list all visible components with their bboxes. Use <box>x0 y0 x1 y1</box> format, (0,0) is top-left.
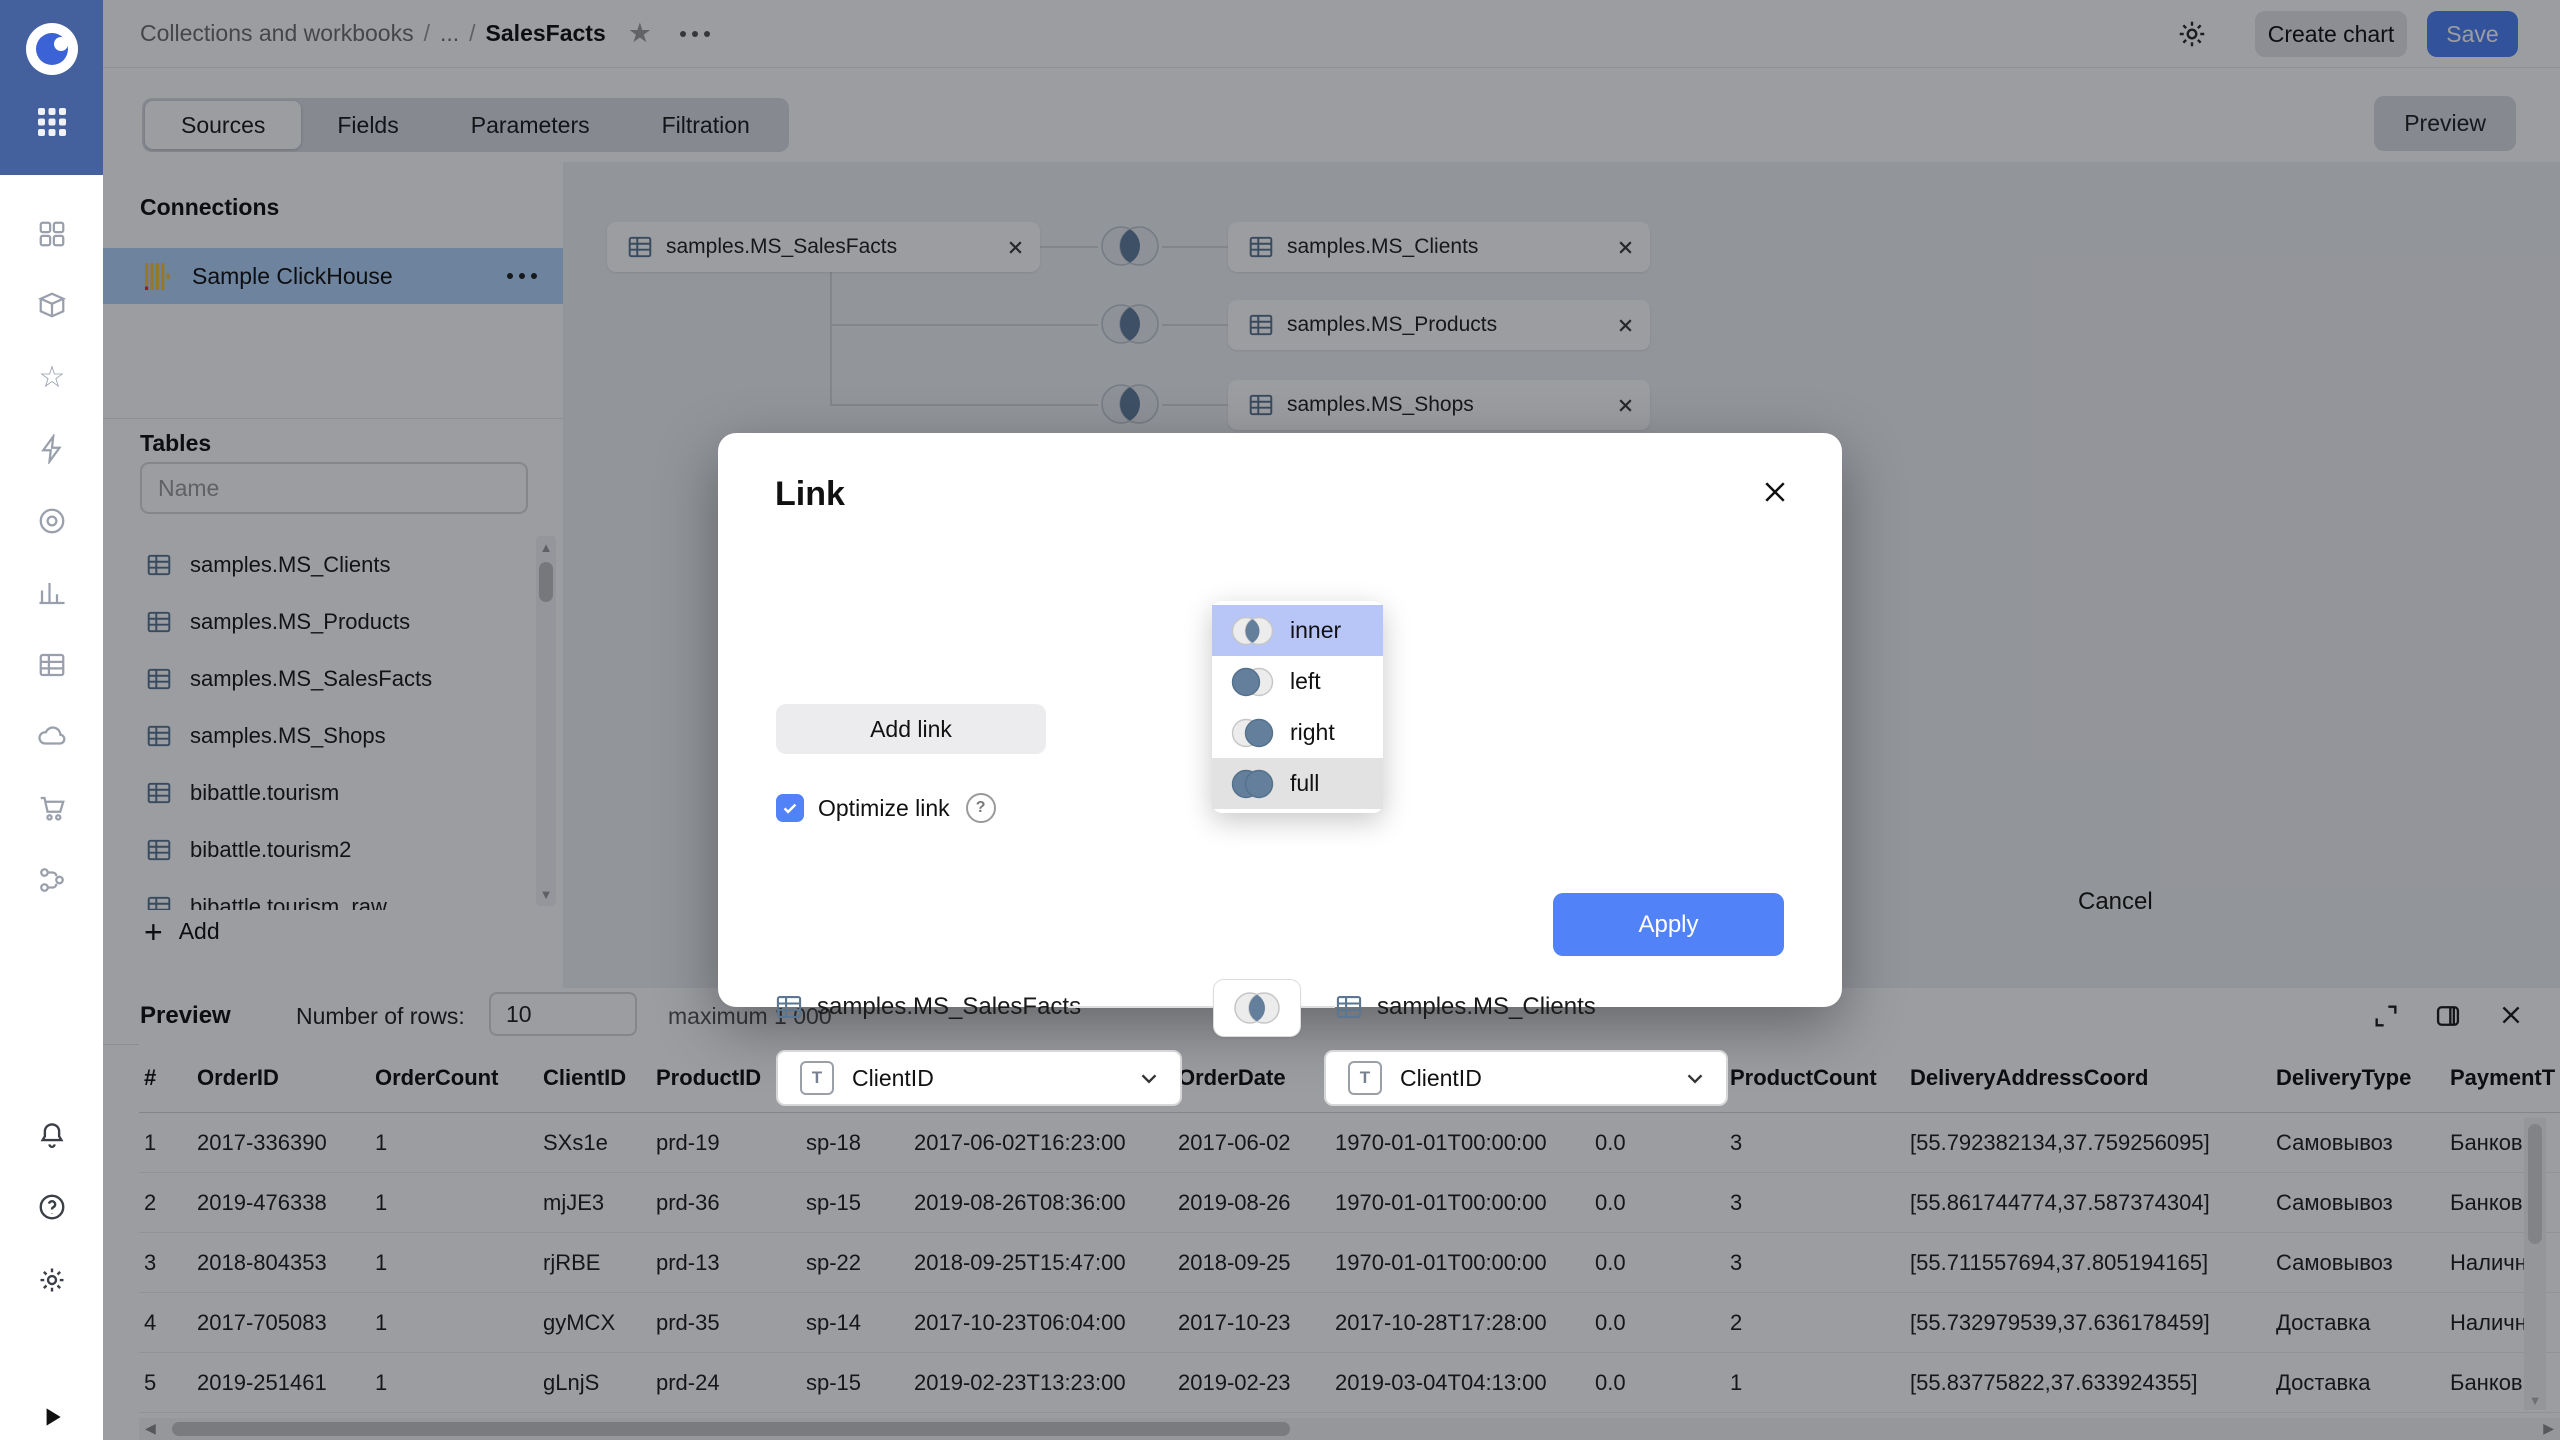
logo-block <box>0 0 103 175</box>
join-line <box>1299 1006 1335 1008</box>
chevron-down-icon <box>1136 1065 1162 1091</box>
box-icon[interactable] <box>35 288 69 322</box>
venn-left-icon <box>1230 666 1276 698</box>
app-sidebar: ☆ <box>0 0 103 1440</box>
optimize-label: Optimize link <box>818 795 950 822</box>
optimize-checkbox[interactable] <box>776 794 804 822</box>
table-icon <box>1335 993 1363 1021</box>
add-link-button[interactable]: Add link <box>776 704 1046 754</box>
join-option-right[interactable]: right <box>1212 707 1383 758</box>
left-field-select[interactable]: T ClientID <box>776 1050 1182 1106</box>
join-line <box>1068 1006 1213 1008</box>
right-field-select[interactable]: T ClientID <box>1324 1050 1728 1106</box>
join-type-button[interactable] <box>1213 979 1301 1037</box>
help-icon[interactable]: ? <box>966 793 996 823</box>
disc-icon[interactable] <box>35 504 69 538</box>
join-type-menu: inner left right full <box>1212 601 1383 813</box>
lightning-icon[interactable] <box>35 432 69 466</box>
venn-full-icon <box>1230 768 1276 800</box>
close-modal-icon[interactable] <box>1760 477 1790 507</box>
dashboard-icon[interactable] <box>35 217 69 251</box>
cart-icon[interactable] <box>35 791 69 825</box>
modal-right-table: samples.MS_Clients <box>1335 981 1596 1033</box>
settings-gear-icon[interactable] <box>35 1263 69 1297</box>
join-option-inner[interactable]: inner <box>1212 605 1383 656</box>
datalens-logo[interactable] <box>21 18 83 85</box>
cloud-icon[interactable] <box>35 719 69 753</box>
cancel-button[interactable]: Cancel <box>2078 888 2153 916</box>
apply-button[interactable]: Apply <box>1553 893 1784 956</box>
favorites-star-icon[interactable]: ☆ <box>35 360 69 394</box>
table-nav-icon[interactable] <box>35 648 69 682</box>
dataset-editor: samples.MS_SalesFacts samples.MS_Clients… <box>0 0 2560 1440</box>
field-type-icon: T <box>1348 1061 1382 1095</box>
venn-right-icon <box>1230 717 1276 749</box>
join-option-full[interactable]: full <box>1212 758 1383 809</box>
bell-icon[interactable] <box>35 1118 69 1152</box>
optimize-link-row: Optimize link ? <box>776 793 996 823</box>
help-icon[interactable] <box>35 1190 69 1224</box>
join-option-left[interactable]: left <box>1212 656 1383 707</box>
flow-icon[interactable] <box>35 863 69 897</box>
play-icon[interactable] <box>35 1400 69 1434</box>
field-type-icon: T <box>800 1061 834 1095</box>
chevron-down-icon <box>1682 1065 1708 1091</box>
chart-icon[interactable] <box>35 576 69 610</box>
apps-grid-icon[interactable] <box>34 104 70 145</box>
modal-title: Link <box>775 475 845 514</box>
table-icon <box>775 993 803 1021</box>
right-field-value: ClientID <box>1400 1065 1482 1092</box>
venn-inner-icon <box>1230 615 1276 647</box>
modal-left-table: samples.MS_SalesFacts <box>775 981 1081 1033</box>
left-field-value: ClientID <box>852 1065 934 1092</box>
